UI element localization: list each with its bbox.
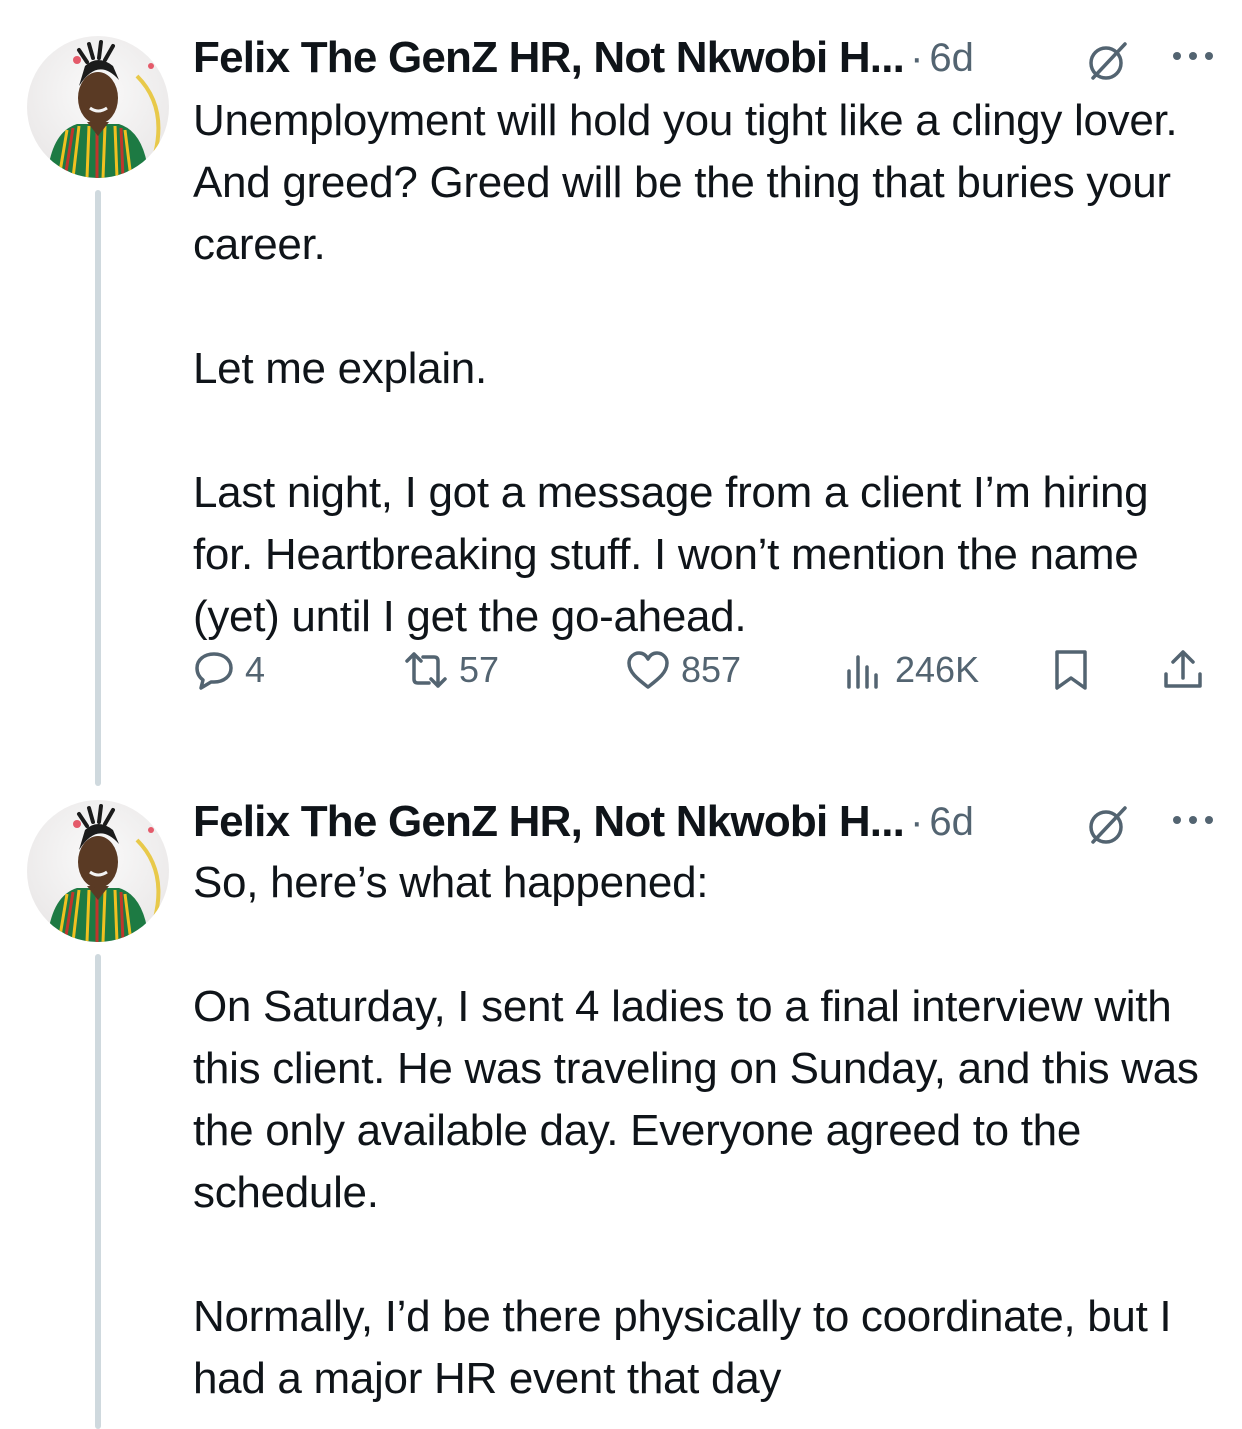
author-name[interactable]: Felix The GenZ HR, Not Nkwobi H... <box>193 33 905 83</box>
grok-icon[interactable] <box>1085 802 1131 848</box>
like-button[interactable]: 857 <box>625 640 741 700</box>
repost-icon <box>405 652 447 688</box>
tweet-content: Felix The GenZ HR, Not Nkwobi H... · 6d … <box>193 28 1214 648</box>
bookmark-button[interactable] <box>1051 640 1091 700</box>
repost-count: 57 <box>459 649 500 690</box>
avatar-photo <box>47 40 161 178</box>
views-count: 246K <box>895 649 980 690</box>
grok-icon[interactable] <box>1085 38 1131 84</box>
reply-icon <box>195 652 233 690</box>
thread-line <box>95 190 101 786</box>
thread-line <box>95 954 101 1429</box>
tweet-text: Unemployment will hold you tight like a … <box>193 96 1178 641</box>
more-icon[interactable] <box>1172 814 1214 826</box>
share-button[interactable] <box>1161 640 1205 700</box>
bookmark-icon <box>1055 650 1087 690</box>
share-icon <box>1164 650 1202 688</box>
author-name[interactable]: Felix The GenZ HR, Not Nkwobi H... <box>193 797 905 847</box>
tweet-header: Felix The GenZ HR, Not Nkwobi H... · 6d <box>193 28 1214 88</box>
avatar[interactable] <box>27 36 169 178</box>
separator-dot: · <box>910 799 924 844</box>
tweet-text: So, here’s what happened: On Saturday, I… <box>193 858 1199 1403</box>
timestamp[interactable]: 6d <box>929 36 974 81</box>
separator-dot: · <box>910 35 924 80</box>
avatar[interactable] <box>27 800 169 942</box>
views-button[interactable]: 246K <box>843 640 979 700</box>
reply-count: 4 <box>245 649 266 690</box>
reply-button[interactable]: 4 <box>193 640 265 700</box>
action-bar: 4 57 857 246K <box>193 640 1212 700</box>
more-icon[interactable] <box>1172 50 1214 62</box>
tweet-header: Felix The GenZ HR, Not Nkwobi H... · 6d <box>193 792 1214 852</box>
tweet-2[interactable]: Felix The GenZ HR, Not Nkwobi H... · 6d … <box>0 790 1242 1429</box>
avatar-photo <box>47 804 161 942</box>
repost-button[interactable]: 57 <box>403 640 499 700</box>
views-icon <box>847 655 878 689</box>
timestamp[interactable]: 6d <box>929 800 974 845</box>
tweet-1[interactable]: Felix The GenZ HR, Not Nkwobi H... · 6d … <box>0 0 1242 790</box>
tweet-content: Felix The GenZ HR, Not Nkwobi H... · 6d … <box>193 790 1214 1410</box>
like-count: 857 <box>681 649 742 690</box>
like-icon <box>627 651 669 689</box>
